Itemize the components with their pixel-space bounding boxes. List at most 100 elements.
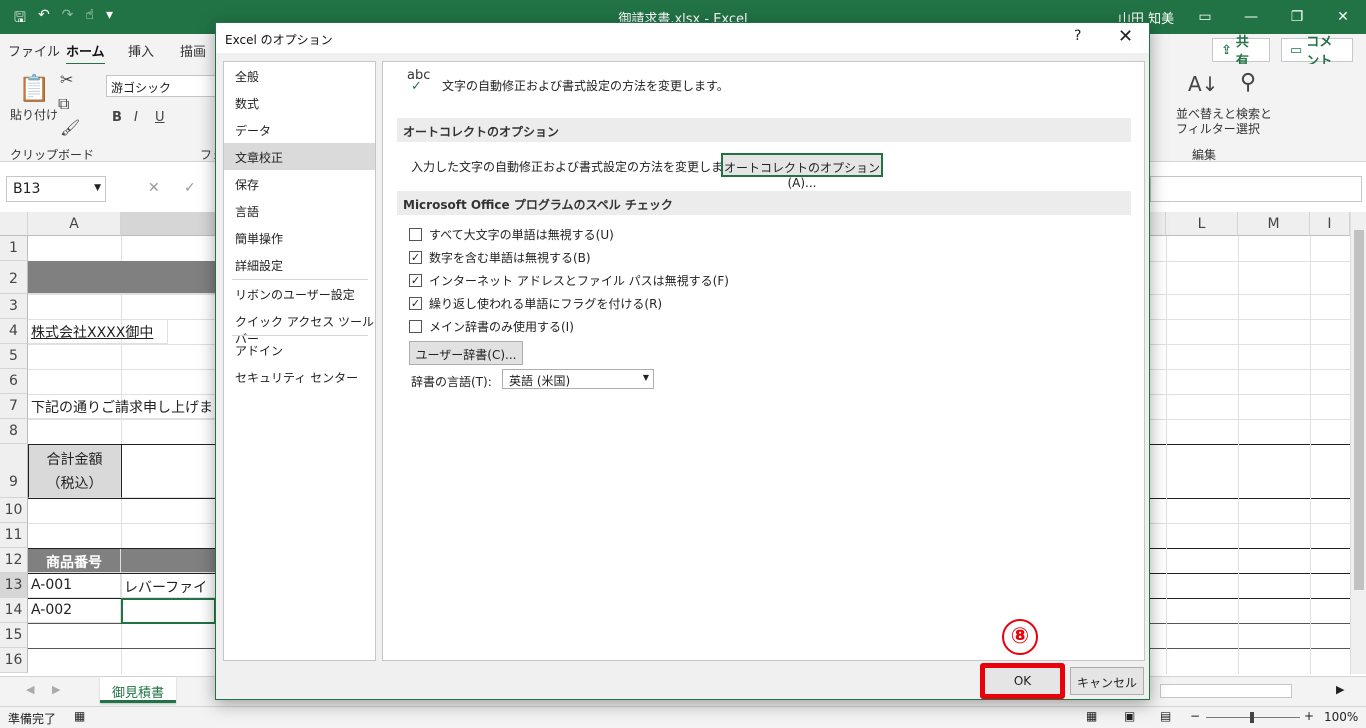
checkbox-checked[interactable]: ✓ (409, 273, 422, 287)
sheet-tab-active[interactable]: 御見積書 (100, 677, 176, 703)
font-name-box[interactable]: 游ゴシック (106, 75, 216, 97)
page-layout-icon[interactable]: ▣ (1124, 709, 1135, 723)
bold-icon[interactable]: B (112, 110, 122, 125)
zoom-level[interactable]: 100% (1324, 710, 1358, 724)
autocorrect-options-button[interactable]: オートコレクトのオプション(A)... (721, 153, 883, 190)
title-band-cell[interactable] (28, 261, 218, 294)
row-header[interactable]: 16 (0, 648, 28, 673)
comment-button[interactable]: ▭ コメント (1281, 35, 1353, 69)
nav-general[interactable]: 全般 (224, 62, 375, 89)
cell-a9[interactable]: 合計金額 （税込） (28, 445, 121, 498)
tab-insert[interactable]: 挿入 (128, 41, 154, 60)
underline-icon[interactable]: U (155, 110, 165, 125)
col-header-m[interactable]: M (1238, 212, 1310, 236)
select-all-corner[interactable] (0, 212, 28, 236)
cancel-button[interactable]: キャンセル (1070, 667, 1144, 695)
checkbox-ignore-internet[interactable]: ✓ インターネット アドレスとファイル パスは無視する(F) (409, 271, 729, 289)
checkbox-checked[interactable]: ✓ (409, 296, 422, 310)
close-icon[interactable]: ✕ (1118, 26, 1133, 47)
col-header-n[interactable]: I (1310, 212, 1350, 236)
page-break-icon[interactable]: ▤ (1160, 709, 1171, 723)
dictionary-language-select[interactable]: 英語 (米国) ▼ (502, 369, 654, 389)
row-header[interactable]: 9 (0, 444, 28, 498)
checkbox-checked[interactable]: ✓ (409, 250, 422, 264)
cell-a11[interactable]: 商品番号 (28, 549, 121, 573)
zoom-slider-thumb[interactable] (1250, 712, 1254, 723)
nav-customize-ribbon[interactable]: リボンのユーザー設定 (224, 280, 375, 307)
scroll-right-icon[interactable]: ▶ (52, 683, 60, 696)
nav-data[interactable]: データ (224, 116, 375, 143)
cell-b13-selected[interactable] (121, 598, 216, 624)
tab-home[interactable]: ホーム (66, 41, 105, 66)
checkbox[interactable] (409, 319, 422, 333)
nav-quick-access-toolbar[interactable]: クイック アクセス ツール バー (224, 307, 375, 346)
row-header[interactable]: 5 (0, 344, 28, 369)
row-header[interactable]: 14 (0, 598, 28, 623)
col-header-b[interactable] (121, 212, 216, 236)
cell-a7[interactable]: 下記の通りご請求申し上げま (28, 394, 216, 419)
col-header-a[interactable]: A (28, 212, 121, 236)
restore-icon[interactable]: ❐ (1274, 0, 1320, 34)
horizontal-scrollbar[interactable] (1160, 684, 1292, 698)
checkbox-ignore-uppercase[interactable]: すべて大文字の単語は無視する(U) (409, 225, 614, 243)
row-header[interactable]: 2 (0, 261, 28, 294)
vertical-scroll-thumb[interactable] (1354, 230, 1364, 590)
row-header[interactable]: 4 (0, 319, 28, 344)
cancel-entry-icon[interactable]: ✕ (148, 180, 160, 196)
row-header[interactable]: 10 (0, 498, 28, 523)
scroll-right-arrow-icon[interactable]: ▶ (1336, 683, 1344, 696)
nav-advanced[interactable]: 詳細設定 (224, 251, 375, 278)
italic-icon[interactable]: I (134, 110, 138, 125)
nav-accessibility[interactable]: 簡単操作 (224, 224, 375, 251)
zoom-in-icon[interactable]: + (1304, 709, 1314, 723)
close-icon[interactable]: ✕ (1320, 0, 1366, 34)
cell-b11[interactable] (121, 549, 216, 573)
vertical-scrollbar[interactable] (1350, 212, 1366, 674)
find-select-label-2[interactable]: 選択 (1236, 120, 1260, 137)
tab-file[interactable]: ファイル (8, 41, 60, 60)
checkbox-flag-repeated[interactable]: ✓ 繰り返し使われる単語にフラグを付ける(R) (409, 294, 662, 312)
row-header[interactable]: 15 (0, 623, 28, 648)
name-box[interactable]: B13 ▼ (6, 176, 106, 202)
nav-save[interactable]: 保存 (224, 170, 375, 197)
normal-view-icon[interactable]: ▦ (1086, 709, 1097, 723)
cell-a4[interactable]: 株式会社XXXX御中 (28, 319, 168, 344)
copy-icon[interactable]: ⧉ (58, 94, 69, 114)
cell-a12[interactable]: A-001 (28, 574, 121, 598)
cut-icon[interactable]: ✂ (60, 70, 73, 89)
share-button[interactable]: ⇪ 共有 (1212, 35, 1270, 69)
format-painter-icon[interactable]: 🖌 (60, 118, 80, 137)
zoom-out-icon[interactable]: − (1190, 709, 1200, 723)
cell-b12[interactable]: レバーファイ (121, 574, 216, 598)
checkbox-main-dictionary-only[interactable]: メイン辞書のみ使用する(I) (409, 317, 574, 335)
checkbox-ignore-numbers[interactable]: ✓ 数字を含む単語は無視する(B) (409, 248, 591, 266)
paste-label[interactable]: 貼り付け (10, 106, 58, 123)
cell-b9[interactable] (121, 445, 216, 498)
col-header-k[interactable] (1150, 212, 1166, 236)
row-header[interactable]: 6 (0, 369, 28, 394)
row-header[interactable]: 12 (0, 548, 28, 573)
paste-icon[interactable]: 📋 (18, 74, 50, 104)
ribbon-display-icon[interactable]: ▭ (1182, 0, 1228, 34)
macro-record-icon[interactable]: ▦ (74, 709, 85, 723)
col-header-l[interactable]: L (1166, 212, 1238, 236)
nav-formulas[interactable]: 数式 (224, 89, 375, 116)
nav-language[interactable]: 言語 (224, 197, 375, 224)
row-header[interactable]: 8 (0, 419, 28, 444)
formula-input[interactable] (1150, 176, 1362, 202)
checkbox[interactable] (409, 227, 422, 241)
help-icon[interactable]: ? (1074, 28, 1081, 44)
tab-draw[interactable]: 描画 (180, 41, 206, 60)
search-icon[interactable]: ⚲ (1240, 70, 1256, 95)
row-header[interactable]: 7 (0, 394, 28, 419)
cell-a13[interactable]: A-002 (28, 599, 121, 623)
nav-addins[interactable]: アドイン (224, 336, 375, 363)
minimize-icon[interactable]: — (1228, 0, 1274, 34)
custom-dictionaries-button[interactable]: ユーザー辞書(C)... (409, 341, 523, 365)
row-header[interactable]: 3 (0, 294, 28, 319)
nav-proofing[interactable]: 文章校正 (224, 143, 375, 170)
sort-filter-label-2[interactable]: フィルター (1176, 120, 1236, 137)
row-header[interactable]: 11 (0, 523, 28, 548)
confirm-entry-icon[interactable]: ✓ (184, 180, 196, 196)
nav-trust-center[interactable]: セキュリティ センター (224, 363, 375, 390)
